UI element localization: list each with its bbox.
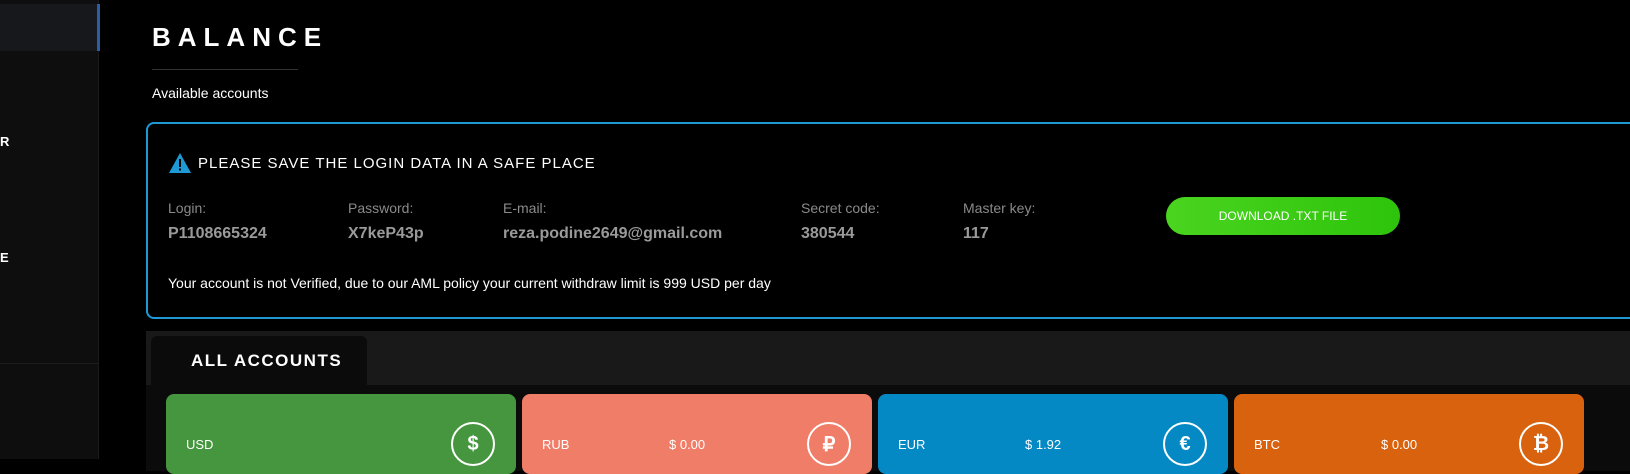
field-value: reza.podine2649@gmail.com — [503, 225, 723, 242]
account-card-usd[interactable]: USD $ — [166, 394, 516, 474]
account-amount: $ 1.92 — [1025, 437, 1062, 452]
account-card-rub[interactable]: RUB $ 0.00 ₽ — [522, 394, 872, 474]
secret-code-field: Secret code: 380544 — [801, 200, 880, 243]
field-value: P1108665324 — [168, 225, 267, 242]
tab-all-accounts[interactable]: ALL ACCOUNTS — [151, 336, 367, 385]
sidebar-item-label[interactable]: R — [0, 134, 9, 149]
accounts-list: USD $ RUB $ 0.00 ₽ EUR $ 1.92 € BTC $ 0.… — [146, 385, 1630, 474]
sidebar-item-label[interactable]: E — [0, 250, 9, 265]
field-label: Login: — [168, 200, 207, 216]
account-amount: $ 0.00 — [1381, 437, 1418, 452]
page-subtitle: Available accounts — [152, 85, 269, 101]
dollar-icon: $ — [451, 422, 495, 466]
account-card-btc[interactable]: BTC $ 0.00 ₿ — [1234, 394, 1584, 474]
account-currency: RUB — [542, 437, 570, 452]
field-value: X7keP43p — [348, 225, 424, 242]
field-value: 380544 — [801, 225, 855, 242]
notice-title: PLEASE SAVE THE LOGIN DATA IN A SAFE PLA… — [198, 154, 596, 172]
account-currency: USD — [186, 437, 214, 452]
account-amount: $ 0.00 — [669, 437, 706, 452]
verification-message: Your account is not Verified, due to our… — [168, 275, 771, 291]
field-label: Password: — [348, 200, 414, 216]
master-key-field: Master key: 117 — [963, 200, 1035, 243]
notice-header: PLEASE SAVE THE LOGIN DATA IN A SAFE PLA… — [168, 152, 596, 174]
account-card-eur[interactable]: EUR $ 1.92 € — [878, 394, 1228, 474]
sidebar-item-active[interactable] — [0, 4, 100, 51]
tab-strip: ALL ACCOUNTS — [146, 331, 1630, 385]
field-label: E-mail: — [503, 200, 547, 216]
euro-icon: € — [1163, 422, 1207, 466]
login-data-notice: PLEASE SAVE THE LOGIN DATA IN A SAFE PLA… — [146, 122, 1630, 319]
account-currency: BTC — [1254, 437, 1280, 452]
password-field: Password: X7keP43p — [348, 200, 424, 243]
ruble-icon: ₽ — [807, 422, 851, 466]
email-field: E-mail: reza.podine2649@gmail.com — [503, 200, 722, 243]
warning-icon — [169, 153, 191, 173]
title-divider — [152, 69, 298, 70]
sidebar-divider — [0, 363, 99, 364]
download-txt-button[interactable]: DOWNLOAD .TXT FILE — [1166, 197, 1400, 235]
bitcoin-icon: ₿ — [1519, 422, 1563, 466]
page-title: BALANCE — [152, 22, 329, 52]
field-label: Secret code: — [801, 200, 880, 216]
accounts-panel: ALL ACCOUNTS USD $ RUB $ 0.00 ₽ EUR $ 1.… — [146, 331, 1630, 474]
account-currency: EUR — [898, 437, 926, 452]
login-field: Login: P1108665324 — [168, 200, 267, 243]
field-label: Master key: — [963, 200, 1036, 216]
main-content: BALANCE Available accounts PLEASE SAVE T… — [99, 0, 1630, 474]
sidebar: R E — [0, 0, 100, 459]
field-value: 117 — [963, 225, 989, 242]
